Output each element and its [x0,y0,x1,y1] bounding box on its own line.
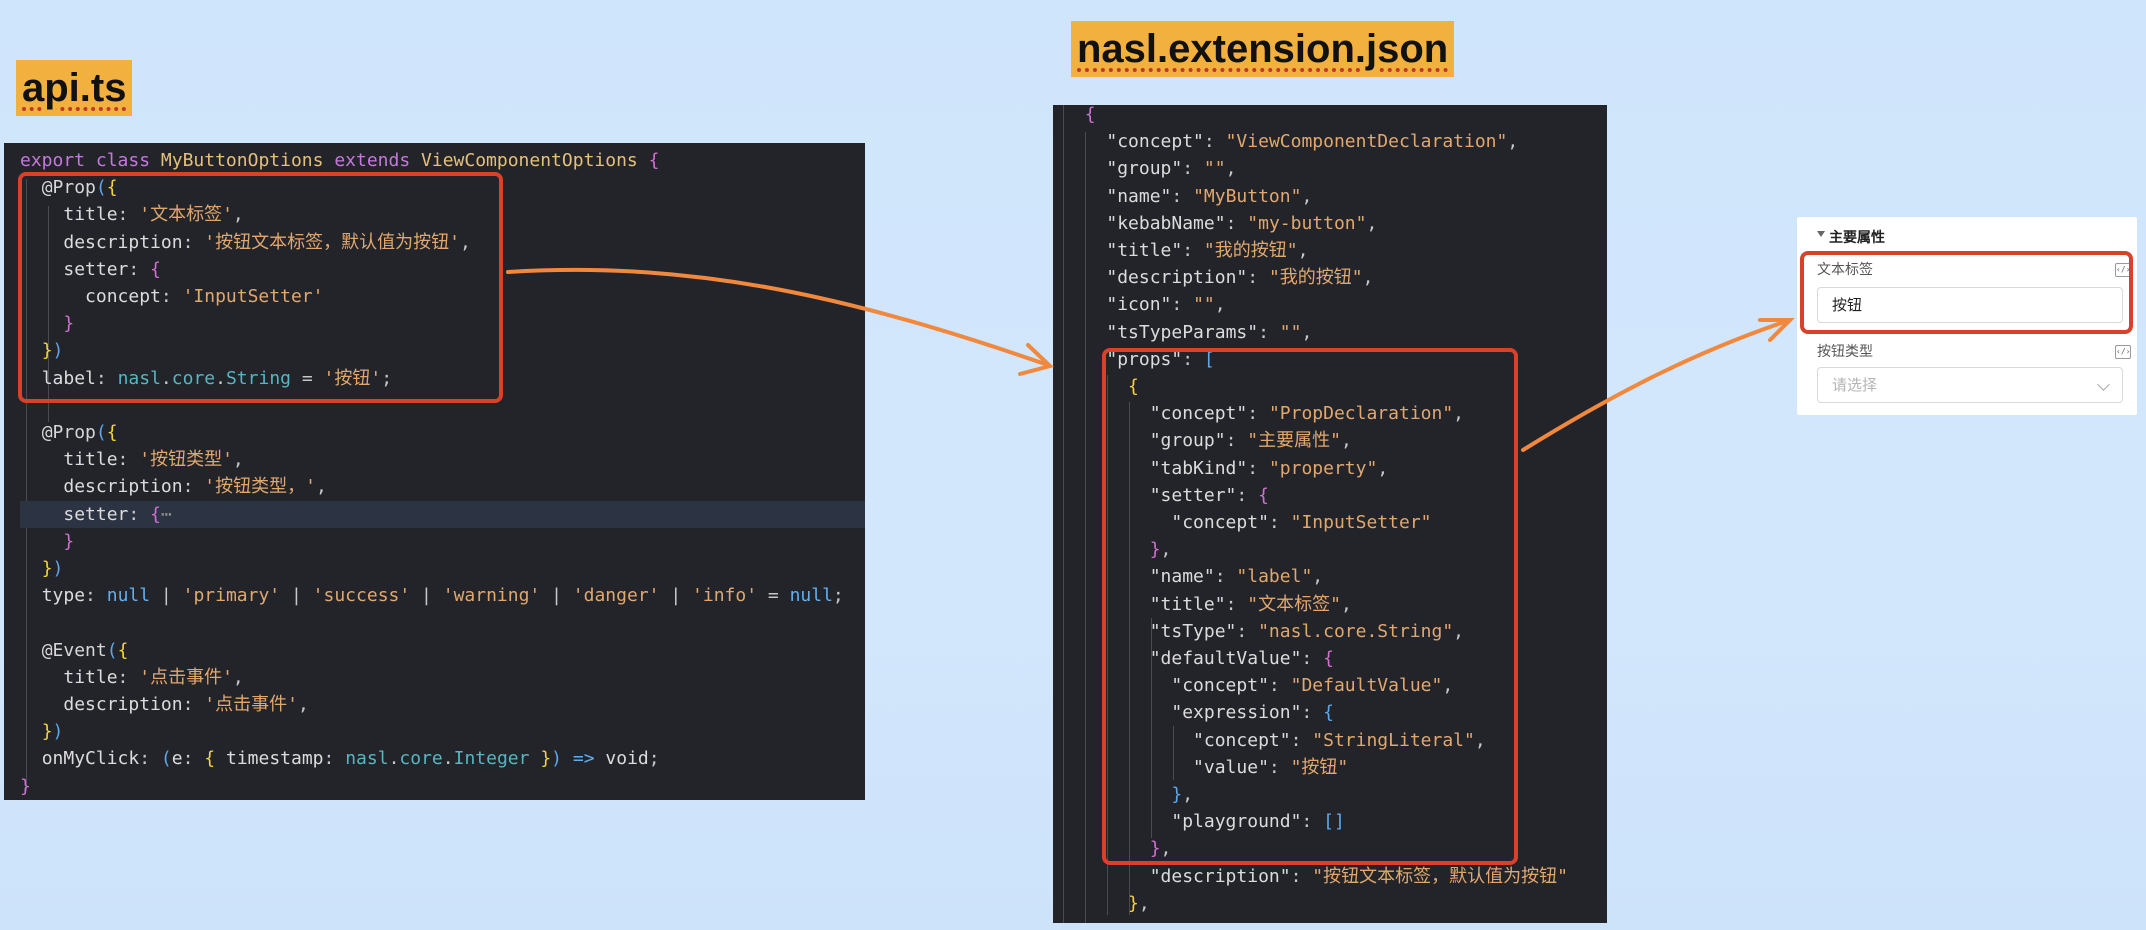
arrow-api-to-json [506,267,1050,367]
flow-arrows [506,267,1795,452]
arrow-json-to-panel [1521,318,1792,452]
